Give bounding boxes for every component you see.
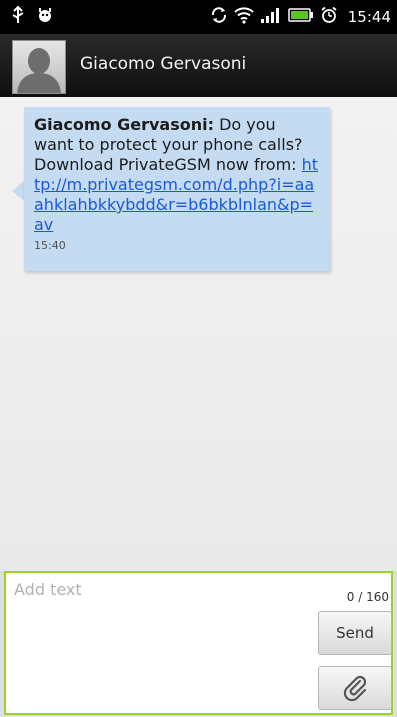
send-button[interactable]: Send — [318, 611, 392, 655]
contact-name: Giacomo Gervasoni — [80, 54, 247, 74]
message-list[interactable]: Giacomo Gervasoni: Do you want to protec… — [0, 97, 397, 571]
bubble-tail — [12, 181, 24, 201]
compose-area: 0 / 160 Send — [0, 571, 397, 717]
battery-icon — [288, 7, 314, 27]
clock: 15:44 — [347, 8, 391, 26]
status-bar: 15:44 — [0, 0, 397, 34]
sync-icon — [210, 6, 228, 28]
contact-avatar[interactable] — [12, 40, 66, 94]
attach-button[interactable] — [318, 666, 392, 710]
alarm-icon — [320, 6, 338, 28]
message-sender: Giacomo Gervasoni: — [34, 115, 215, 134]
person-silhouette-icon — [17, 48, 61, 93]
paperclip-icon — [343, 675, 367, 702]
message-timestamp: 15:40 — [34, 239, 66, 252]
character-counter: 0 / 160 — [346, 590, 389, 604]
message-bubble[interactable]: Giacomo Gervasoni: Do you want to protec… — [24, 107, 330, 271]
messaging-screen: 15:44 Giacomo Gervasoni Giacomo Gervason… — [0, 0, 397, 717]
wifi-icon — [234, 6, 254, 28]
message-text: Giacomo Gervasoni: Do you want to protec… — [34, 115, 320, 235]
android-debug-icon — [36, 5, 54, 29]
system-status-icons: 15:44 — [210, 6, 391, 28]
conversation-header: Giacomo Gervasoni — [0, 34, 397, 98]
signal-icon — [260, 6, 282, 28]
notification-icons — [10, 5, 54, 29]
usb-icon — [10, 5, 26, 29]
